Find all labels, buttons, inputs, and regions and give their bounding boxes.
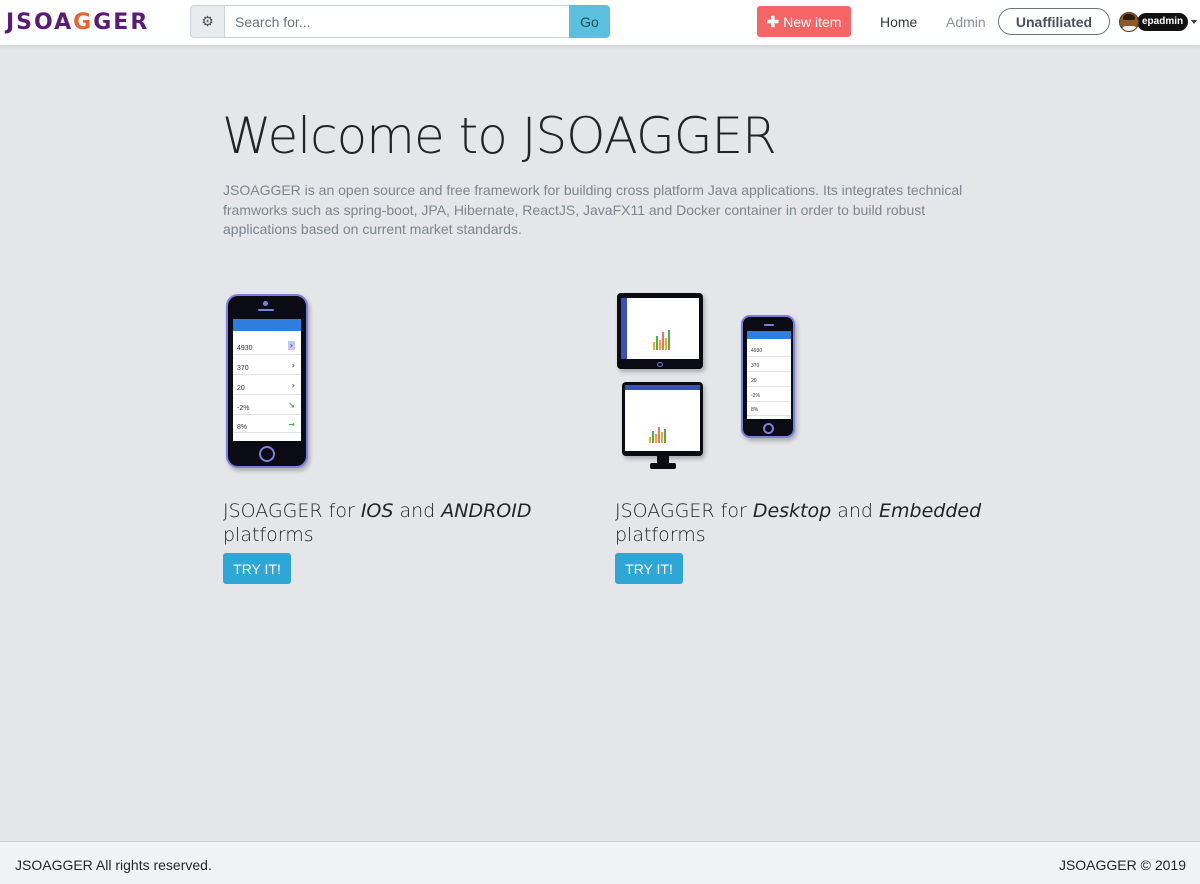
phone-metric-value: 20: [237, 385, 245, 392]
user-menu[interactable]: epadmin: [1119, 11, 1198, 33]
username-badge: epadmin: [1137, 13, 1189, 31]
phone-metric-value: -2%: [751, 393, 760, 399]
phone-metric-value: -2%: [237, 405, 250, 412]
plus-icon: ✚: [766, 13, 780, 31]
footer-copyright-left: JSOAGGER All rights reserved.: [15, 857, 212, 873]
page-title: Welcome to JSOAGGER: [222, 107, 777, 165]
phone-metric-value: 4930: [237, 345, 253, 352]
affiliation-button[interactable]: Unaffiliated: [998, 8, 1110, 35]
phone-metric-value: 4930: [751, 348, 763, 354]
phone-metric-value: 8%: [751, 407, 759, 413]
mobile-card-title: JSOAGGER for IOS and ANDROID platforms: [223, 500, 532, 546]
chevron-down-icon: [1191, 20, 1198, 24]
new-item-button[interactable]: ✚ New item: [757, 6, 851, 37]
avatar: [1119, 12, 1139, 32]
try-mobile-button[interactable]: TRY IT!: [223, 553, 291, 584]
try-desktop-button[interactable]: TRY IT!: [615, 553, 683, 584]
phone-metric-value: 8%: [237, 424, 248, 431]
footer-copyright-right: JSOAGGER © 2019: [1058, 857, 1186, 873]
desktop-card-title: JSOAGGER for Desktop and Embedded platfo…: [615, 500, 982, 546]
phone-metric-value: 370: [751, 363, 760, 369]
nav-home-link[interactable]: Home: [880, 14, 917, 31]
new-item-label: New item: [783, 13, 842, 30]
intro-text: JSOAGGER is an open source and free fram…: [223, 182, 963, 237]
footer: JSOAGGER All rights reserved. JSOAGGER ©…: [0, 841, 1200, 884]
brand-logo[interactable]: JSOAGGER: [6, 10, 149, 36]
gear-icon[interactable]: ⚙: [190, 5, 224, 38]
top-navbar: JSOAGGER ⚙ Go ✚ New item Home Admin Unaf…: [0, 0, 1200, 46]
search-bar: ⚙ Go: [190, 5, 610, 38]
phone-metric-value: 370: [237, 365, 249, 372]
phone-metric-value: 20: [751, 378, 757, 384]
nav-admin-link[interactable]: Admin: [946, 14, 986, 31]
search-input[interactable]: [224, 5, 569, 38]
mobile-phone-image: 4930 › 370 › 20 › -2% ↘ 8% →: [226, 294, 308, 468]
search-go-button[interactable]: Go: [569, 5, 610, 38]
